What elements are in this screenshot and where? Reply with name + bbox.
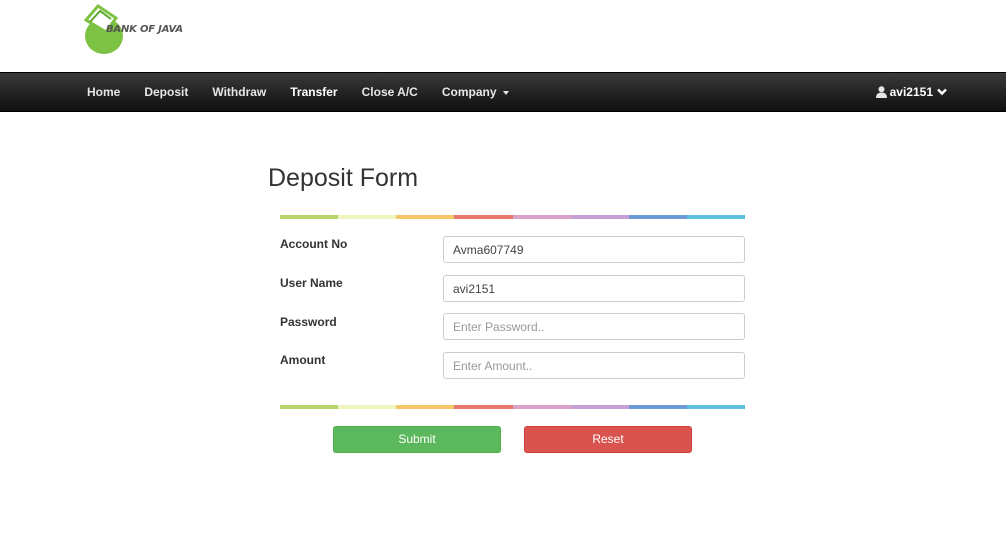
submit-button[interactable]: Submit (333, 426, 501, 453)
nav-home[interactable]: Home (75, 73, 132, 111)
stripe-segment (338, 405, 397, 409)
stripe-segment (396, 405, 455, 409)
user-name-label: User Name (280, 276, 343, 290)
account-no-input[interactable] (443, 236, 745, 263)
stripe-segment (570, 215, 629, 219)
user-menu[interactable]: avi2151 (875, 73, 950, 111)
nav-company-label: Company (441, 85, 497, 99)
user-name-label: avi2151 (889, 85, 933, 99)
top-navbar: Home Deposit Withdraw Transfer Close A/C… (0, 72, 1006, 112)
nav-withdraw[interactable]: Withdraw (200, 73, 278, 111)
stripe-segment (454, 215, 513, 219)
bank-logo[interactable]: BANK OF JAVA (76, 2, 186, 60)
stripe-segment (512, 215, 571, 219)
stripe-segment (628, 215, 687, 219)
user-name-input[interactable] (443, 275, 745, 302)
stripe-segment (338, 215, 397, 219)
stripe-segment (454, 405, 513, 409)
color-stripe-divider-bottom (280, 405, 745, 409)
password-label: Password (280, 315, 337, 329)
nav-transfer[interactable]: Transfer (278, 73, 349, 111)
logo-text: BANK OF JAVA (106, 24, 183, 35)
nav-deposit[interactable]: Deposit (132, 73, 200, 111)
nav-company-dropdown[interactable]: Company (430, 73, 521, 111)
caret-down-icon (502, 90, 509, 95)
reset-button[interactable]: Reset (524, 426, 692, 453)
stripe-segment (686, 215, 745, 219)
stripe-segment (628, 405, 687, 409)
password-input[interactable] (443, 313, 745, 340)
amount-input[interactable] (443, 352, 745, 379)
account-no-label: Account No (280, 237, 348, 251)
page-title: Deposit Form (268, 164, 419, 192)
stripe-segment (396, 215, 455, 219)
chevron-down-icon (937, 88, 947, 96)
nav-close-account[interactable]: Close A/C (350, 73, 430, 111)
user-icon (875, 86, 887, 98)
nav-list: Home Deposit Withdraw Transfer Close A/C… (75, 73, 521, 111)
stripe-segment (280, 215, 339, 219)
stripe-segment (686, 405, 745, 409)
color-stripe-divider (280, 215, 745, 219)
stripe-segment (570, 405, 629, 409)
stripe-segment (280, 405, 339, 409)
amount-label: Amount (280, 353, 326, 367)
stripe-segment (512, 405, 571, 409)
